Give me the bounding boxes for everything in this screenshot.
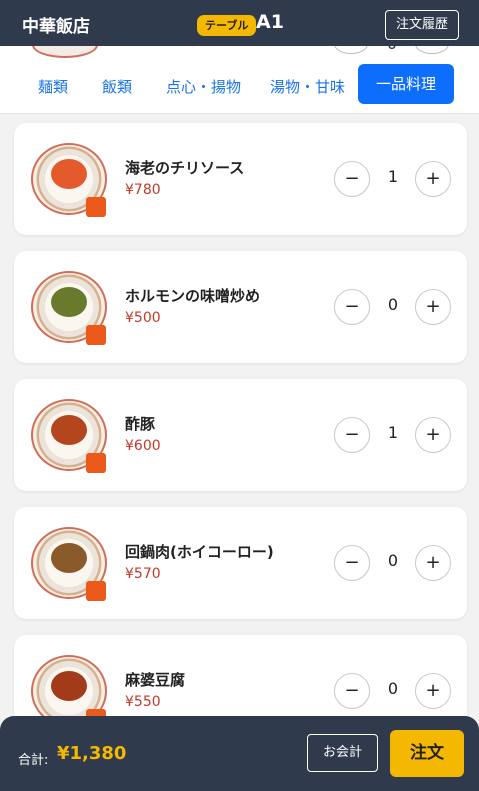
- decrease-button[interactable]: −: [334, 673, 370, 709]
- brand-logo-icon: [86, 581, 106, 601]
- increase-button[interactable]: +: [415, 161, 451, 197]
- order-history-button[interactable]: 注文履歴: [385, 10, 459, 40]
- quantity-value: 1: [387, 167, 399, 186]
- total-label: 合計:: [18, 753, 49, 768]
- decrease-button[interactable]: −: [334, 545, 370, 581]
- decrease-button[interactable]: −: [334, 417, 370, 453]
- header-bar: 中華飯店 テーブル A1 注文履歴: [0, 0, 479, 46]
- menu-item-card: ホルモンの味噌炒め ¥500 − 0 +: [14, 251, 467, 363]
- menu-item-card: 麻婆豆腐 ¥550 − 0 +: [14, 635, 467, 716]
- quantity-value: 0: [387, 551, 399, 570]
- dish-food: [51, 287, 87, 317]
- dish-price: ¥570: [125, 566, 161, 582]
- dish-image: [32, 46, 98, 58]
- tab-noodles[interactable]: 麺類: [38, 76, 68, 97]
- brand-logo-icon: [86, 709, 106, 716]
- brand-logo-icon: [86, 325, 106, 345]
- increase-button[interactable]: +: [415, 545, 451, 581]
- dish-price: ¥550: [125, 694, 161, 710]
- dish-name: 海老のチリソース: [125, 159, 245, 177]
- decrease-button[interactable]: [334, 46, 368, 54]
- dish-name: 酢豚: [125, 415, 156, 433]
- table-number: A1: [256, 11, 284, 33]
- dish-name: ホルモンの味噌炒め: [125, 287, 261, 305]
- tab-rice[interactable]: 飯類: [102, 76, 132, 97]
- dish-image: [31, 655, 107, 716]
- dish-food: [51, 415, 87, 445]
- dish-price: ¥500: [125, 310, 161, 326]
- increase-button[interactable]: +: [415, 289, 451, 325]
- dish-name: 麻婆豆腐: [125, 671, 186, 689]
- increase-button[interactable]: +: [415, 417, 451, 453]
- total-amount: ¥1,380: [57, 743, 127, 764]
- quantity-value: 0: [387, 679, 399, 698]
- increase-button[interactable]: [415, 46, 449, 54]
- decrease-button[interactable]: −: [334, 161, 370, 197]
- checkout-button[interactable]: お会計: [307, 734, 378, 772]
- tab-soup-dessert[interactable]: 湯物・甘味: [270, 76, 345, 97]
- order-footer: 合計: ¥1,380 お会計 注文: [0, 716, 479, 791]
- tab-dimsum-fried[interactable]: 点心・揚物: [166, 76, 241, 97]
- tab-a-la-carte[interactable]: 一品料理: [358, 64, 454, 104]
- quantity-value: 0: [382, 46, 402, 54]
- dish-food: [51, 159, 87, 189]
- dish-price: ¥780: [125, 182, 161, 198]
- dish-food: [51, 543, 87, 573]
- increase-button[interactable]: +: [415, 673, 451, 709]
- quantity-value: 1: [387, 423, 399, 442]
- menu-item-card: 酢豚 ¥600 − 1 +: [14, 379, 467, 491]
- menu-list: 海老のチリソース ¥780 − 1 + ホルモンの味噌炒め ¥500 − 0 +…: [0, 115, 479, 716]
- decrease-button[interactable]: −: [334, 289, 370, 325]
- dish-name: 回鍋肉(ホイコーロー): [125, 543, 274, 561]
- quantity-value: 0: [387, 295, 399, 314]
- order-button[interactable]: 注文: [390, 730, 464, 777]
- menu-item-card: 回鍋肉(ホイコーロー) ¥570 − 0 +: [14, 507, 467, 619]
- shop-name: 中華飯店: [22, 17, 90, 37]
- dish-food: [51, 671, 87, 701]
- table-badge: テーブル: [197, 15, 257, 36]
- dish-price: ¥600: [125, 438, 161, 454]
- category-tabs: 0 麺類 飯類 点心・揚物 湯物・甘味 一品料理: [0, 46, 479, 114]
- brand-logo-icon: [86, 453, 106, 473]
- menu-item-card: 海老のチリソース ¥780 − 1 +: [14, 123, 467, 235]
- brand-logo-icon: [86, 197, 106, 217]
